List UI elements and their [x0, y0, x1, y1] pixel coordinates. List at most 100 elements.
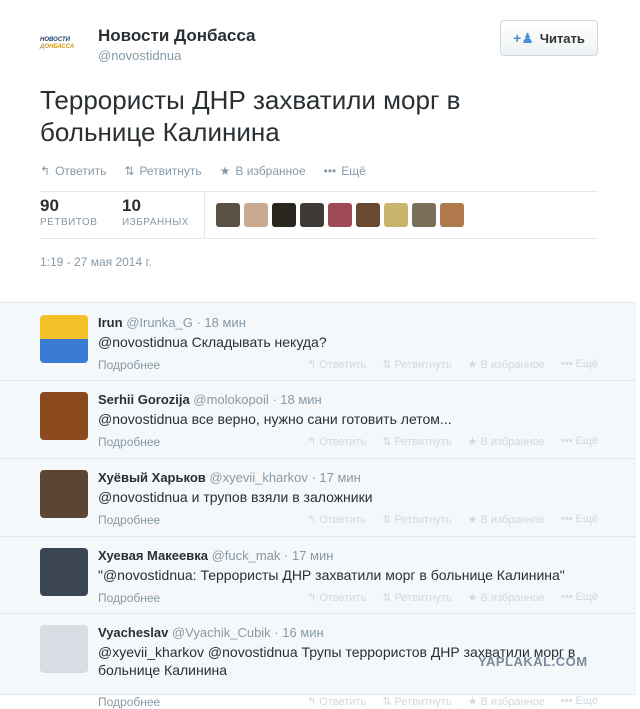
reply-header: Хуёвый Харьков @xyevii_kharkov · 17 мин [98, 470, 361, 485]
account-name[interactable]: Новости Донбасса [98, 26, 256, 46]
reply-author-handle[interactable]: @molokopoil [193, 392, 268, 407]
dot-separator: · [268, 392, 281, 407]
tweet-text: Террористы ДНР захватили морг в больнице… [40, 85, 461, 147]
reply-icon: ↰ [40, 164, 51, 178]
replies-list: Irun @Irunka_G · 18 мин @novostidnua Скла… [0, 302, 636, 709]
favorite-button[interactable]: ★ В избранное [468, 513, 545, 526]
reply-time[interactable]: 17 мин [292, 548, 333, 563]
more-button[interactable]: ••• Ещё [324, 164, 366, 178]
favoriter-avatar[interactable] [244, 203, 268, 227]
more-button[interactable]: ••• Ещё [561, 358, 598, 371]
details-link[interactable]: Подробнее [98, 513, 160, 527]
reply-author-handle[interactable]: @Irunka_G [126, 315, 193, 330]
reply-actions: ↰ Ответить ⇅ Ретвитнуть ★ В избранное ••• Е… [307, 695, 598, 708]
reply-text: @novostidnua Складывать некуда? [98, 334, 327, 350]
more-icon: ••• [323, 164, 337, 178]
reply-header: Irun @Irunka_G · 18 мин [98, 315, 246, 330]
divider [40, 191, 598, 192]
reply-item[interactable]: Хуевая Макеевка @fuck_mak · 17 мин "@novo… [0, 536, 636, 614]
reply-author-name[interactable]: Irun [98, 315, 123, 330]
reply-time[interactable]: 18 мин [280, 392, 321, 407]
reply-button[interactable]: ↰ Ответить [307, 358, 366, 371]
reply-actions: ↰ Ответить ⇅ Ретвитнуть ★ В избранное ••• Е… [307, 358, 598, 371]
reply-author-name[interactable]: Хуевая Макеевка [98, 548, 208, 563]
account-handle[interactable]: @novostidnua [98, 48, 181, 63]
reply-item[interactable]: Хуёвый Харьков @xyevii_kharkov · 17 мин @… [0, 458, 636, 537]
retweet-button[interactable]: ⇅ Ретвитнуть [382, 513, 451, 526]
dot-separator: · [192, 315, 205, 330]
reply-text: @novostidnua все верно, нужно сани готов… [98, 411, 452, 427]
favorite-button[interactable]: ★ В избранное [468, 591, 545, 604]
retweet-button[interactable]: ⇅ Ретвитнуть [382, 591, 451, 604]
reply-author-handle[interactable]: @xyevii_kharkov [209, 470, 307, 485]
favorite-button[interactable]: ★ В избранное [220, 164, 306, 178]
details-link[interactable]: Подробнее [98, 358, 160, 372]
watermark: YAPLAKAL.COM [478, 654, 588, 669]
reply-text: @novostidnua и трупов взяли в заложники [98, 489, 373, 505]
retweet-button[interactable]: ⇅ Ретвитнуть [382, 358, 451, 371]
reply-time[interactable]: 16 мин [282, 625, 323, 640]
retweet-button[interactable]: ⇅ Ретвитнуть [382, 695, 451, 708]
reply-author-name[interactable]: Serhii Gorozija [98, 392, 190, 407]
main-tweet: НОВОСТИ ДОНБАССА Новости Донбасса @novos… [0, 0, 620, 302]
reply-header: Хуевая Макеевка @fuck_mak · 17 мин [98, 548, 333, 563]
avatar[interactable] [40, 625, 88, 673]
reply-button[interactable]: ↰ Ответить [307, 591, 366, 604]
more-button[interactable]: ••• Ещё [561, 591, 598, 604]
favorite-button[interactable]: ★ В избранное [468, 695, 545, 708]
reply-button[interactable]: ↰ Ответить [307, 435, 366, 448]
favoriter-avatar[interactable] [272, 203, 296, 227]
details-link[interactable]: Подробнее [98, 435, 160, 449]
tweet-date[interactable]: 1:19 - 27 мая 2014 г. [40, 255, 152, 269]
tweet-actions: ↰ Ответить ⇅ Ретвитнуть ★ В избранное ••• Ещ… [40, 164, 366, 178]
reply-time[interactable]: 18 мин [204, 315, 245, 330]
reply-text: "@novostidnua: Террористы ДНР захватили … [98, 567, 565, 583]
divider [204, 192, 205, 238]
favoriter-avatar[interactable] [440, 203, 464, 227]
details-link[interactable]: Подробнее [98, 591, 160, 605]
avatar[interactable] [40, 548, 88, 596]
account-logo[interactable]: НОВОСТИ ДОНБАССА [40, 28, 88, 60]
dot-separator: · [270, 625, 283, 640]
star-icon: ★ [219, 164, 231, 178]
avatar[interactable] [40, 470, 88, 518]
reply-button[interactable]: ↰ Ответить [307, 695, 366, 708]
dot-separator: · [307, 470, 320, 485]
divider [40, 238, 598, 239]
favorite-stat[interactable]: 10 ИЗБРАННЫХ [122, 196, 189, 228]
favorite-button[interactable]: ★ В избранное [468, 358, 545, 371]
favoriter-avatar[interactable] [384, 203, 408, 227]
reply-actions: ↰ Ответить ⇅ Ретвитнуть ★ В избранное ••• Е… [307, 591, 598, 604]
reply-item[interactable]: Serhii Gorozija @molokopoil · 18 мин @nov… [0, 380, 636, 459]
more-button[interactable]: ••• Ещё [561, 435, 598, 448]
details-link[interactable]: Подробнее [98, 695, 160, 709]
avatar[interactable] [40, 392, 88, 440]
retweet-stat[interactable]: 90 РЕТВИТОВ [40, 196, 97, 228]
favoriter-avatar[interactable] [300, 203, 324, 227]
favoriter-avatar[interactable] [412, 203, 436, 227]
reply-header: Vyacheslav @Vyachik_Cubik · 16 мин [98, 625, 324, 640]
follow-label: Читать [539, 30, 585, 46]
reply-button[interactable]: ↰ Ответить [307, 513, 366, 526]
retweet-button[interactable]: ⇅ Ретвитнуть [382, 435, 451, 448]
reply-author-handle[interactable]: @Vyachik_Cubik [172, 625, 271, 640]
reply-author-handle[interactable]: @fuck_mak [212, 548, 281, 563]
favoriter-avatar[interactable] [328, 203, 352, 227]
reply-button[interactable]: ↰ Ответить [40, 164, 106, 178]
reply-author-name[interactable]: Vyacheslav [98, 625, 168, 640]
add-user-icon: +♟ [513, 29, 534, 46]
favoriter-avatar[interactable] [216, 203, 240, 227]
dot-separator: · [280, 548, 292, 563]
more-button[interactable]: ••• Ещё [561, 695, 598, 708]
more-button[interactable]: ••• Ещё [561, 513, 598, 526]
retweet-icon: ⇅ [124, 164, 135, 178]
favoriter-avatar[interactable] [356, 203, 380, 227]
reply-item[interactable]: Irun @Irunka_G · 18 мин @novostidnua Скла… [0, 303, 636, 381]
reply-actions: ↰ Ответить ⇅ Ретвитнуть ★ В избранное ••• Е… [307, 435, 598, 448]
reply-author-name[interactable]: Хуёвый Харьков [98, 470, 206, 485]
reply-time[interactable]: 17 мин [319, 470, 360, 485]
follow-button[interactable]: +♟ Читать [500, 20, 598, 56]
favorite-button[interactable]: ★ В избранное [468, 435, 545, 448]
avatar[interactable] [40, 315, 88, 363]
retweet-button[interactable]: ⇅ Ретвитнуть [124, 164, 201, 178]
